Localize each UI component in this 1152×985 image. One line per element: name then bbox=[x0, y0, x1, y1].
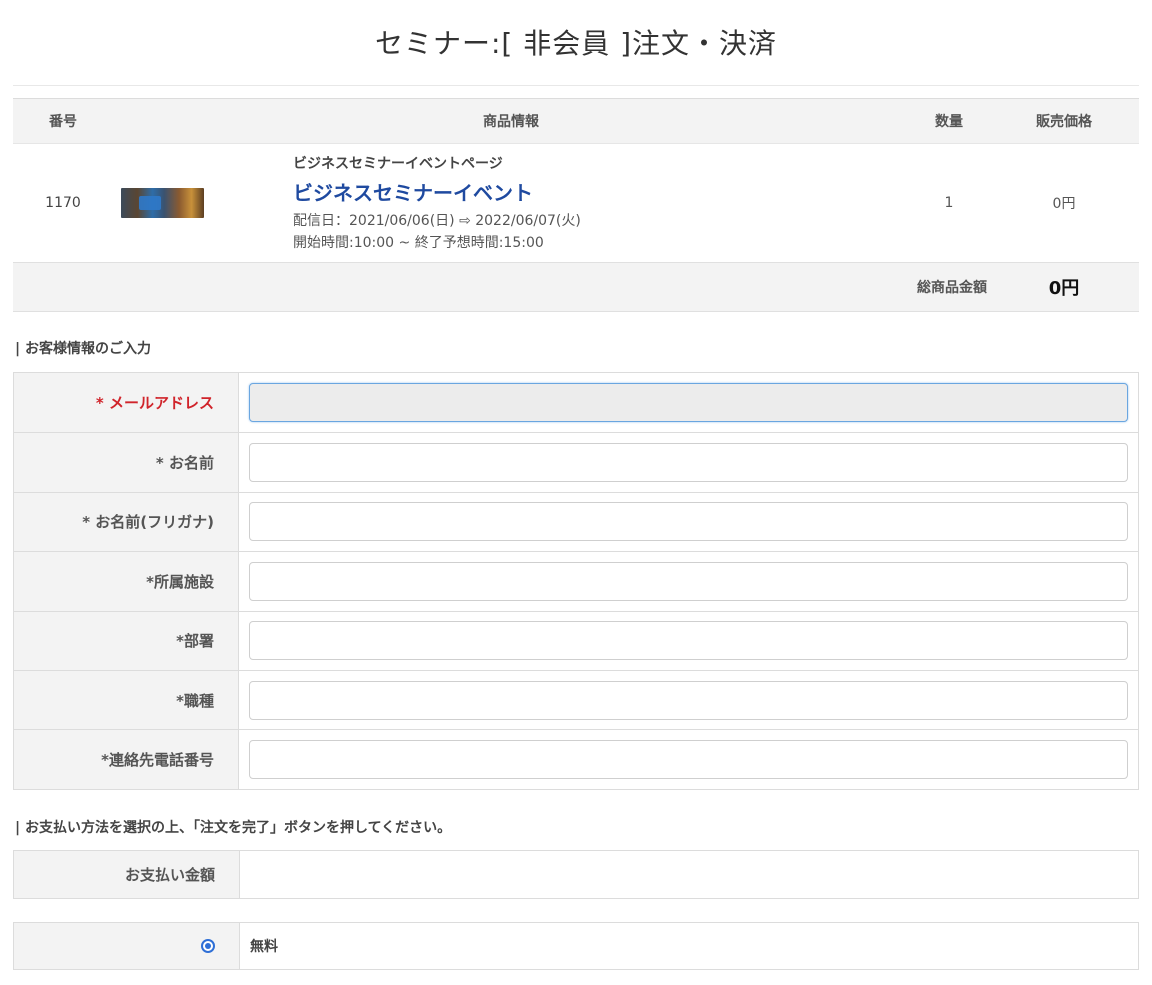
payment-amount-row: お支払い金額 bbox=[13, 850, 1139, 899]
payment-amount-label: お支払い金額 bbox=[14, 851, 240, 898]
form-row-occupation: *職種 bbox=[14, 669, 1138, 730]
payment-method-row: 無料 bbox=[13, 922, 1139, 970]
occupation-label: *職種 bbox=[14, 670, 239, 730]
payment-heading: | お支払い方法を選択の上、「注文を完了」ボタンを押してください。 bbox=[15, 820, 452, 836]
free-payment-radio[interactable] bbox=[201, 939, 215, 953]
product-dates: 配信日：2021/06/06(日) ⇨ 2022/06/07(火) bbox=[293, 212, 581, 229]
facility-label: *所属施設 bbox=[14, 552, 239, 611]
name-kana-label: * お名前(フリガナ) bbox=[14, 492, 239, 552]
order-table: 番号 商品情報 数量 販売価格 1170 ビジネスセミナーイベントページ ビジネ… bbox=[13, 98, 1139, 312]
email-label: * メールアドレス bbox=[14, 373, 239, 433]
facility-field[interactable] bbox=[249, 561, 1128, 601]
header-product-info: 商品情報 bbox=[483, 114, 539, 130]
department-label: *部署 bbox=[14, 611, 239, 670]
form-row-name-kana: * お名前(フリガナ) bbox=[14, 491, 1138, 552]
name-label: * お名前 bbox=[14, 433, 239, 492]
header-quantity: 数量 bbox=[935, 114, 963, 130]
product-page-name: ビジネスセミナーイベントページ bbox=[293, 155, 503, 172]
customer-info-heading: | お客様情報のご入力 bbox=[15, 341, 151, 357]
item-thumbnail-wrap bbox=[113, 188, 293, 218]
product-details: ビジネスセミナーイベントページ ビジネスセミナーイベント 配信日：2021/06… bbox=[293, 153, 909, 254]
header-price: 販売価格 bbox=[1036, 114, 1092, 130]
form-row-department: *部署 bbox=[14, 610, 1138, 670]
order-item-row: 1170 ビジネスセミナーイベントページ ビジネスセミナーイベント 配信日：20… bbox=[13, 143, 1139, 262]
product-name[interactable]: ビジネスセミナーイベント bbox=[293, 177, 909, 206]
phone-field[interactable] bbox=[249, 740, 1128, 780]
order-total-row: 総商品金額 0円 bbox=[13, 262, 1139, 312]
product-times: 開始時間:10:00 ~ 終了予想時間:15:00 bbox=[293, 234, 544, 251]
name-field[interactable] bbox=[249, 443, 1128, 483]
payment-method-radio-cell bbox=[14, 923, 240, 969]
customer-info-form: * メールアドレス * お名前 * お名前(フリガナ) *所属施設 *部署 *職… bbox=[13, 372, 1139, 790]
form-row-email: * メールアドレス bbox=[14, 373, 1138, 433]
item-number: 1170 bbox=[45, 195, 81, 211]
form-row-facility: *所属施設 bbox=[14, 551, 1138, 611]
payment-amount-value bbox=[240, 851, 1138, 898]
total-value: 0円 bbox=[1048, 278, 1080, 299]
title-divider bbox=[13, 85, 1139, 86]
occupation-field[interactable] bbox=[249, 680, 1128, 720]
order-table-header: 番号 商品情報 数量 販売価格 bbox=[13, 99, 1139, 143]
item-quantity: 1 bbox=[944, 195, 954, 211]
item-price: 0円 bbox=[1052, 196, 1076, 212]
header-no: 番号 bbox=[49, 114, 77, 130]
form-row-phone: *連絡先電話番号 bbox=[14, 729, 1138, 789]
department-field[interactable] bbox=[249, 621, 1128, 661]
seminar-photo-thumbnail[interactable] bbox=[121, 188, 204, 218]
page-title: セミナー:[ 非会員 ]注文・決済 bbox=[374, 27, 778, 60]
name-kana-field[interactable] bbox=[249, 502, 1128, 542]
total-label: 総商品金額 bbox=[917, 280, 987, 296]
form-row-name: * お名前 bbox=[14, 432, 1138, 492]
payment-method-label[interactable]: 無料 bbox=[240, 923, 1138, 969]
email-field[interactable] bbox=[249, 383, 1128, 423]
phone-label: *連絡先電話番号 bbox=[14, 730, 239, 789]
